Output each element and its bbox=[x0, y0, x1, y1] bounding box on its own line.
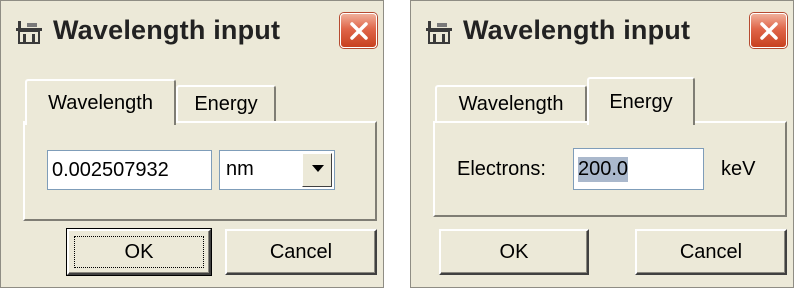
ok-button[interactable]: OK bbox=[439, 229, 589, 275]
cancel-button-label: Cancel bbox=[679, 240, 743, 263]
wavelength-app-icon bbox=[14, 19, 44, 45]
tab-wavelength-label: Wavelength bbox=[458, 92, 564, 115]
ok-button-label: OK bbox=[499, 240, 529, 263]
tab-energy[interactable]: Energy bbox=[176, 85, 276, 121]
tab-wavelength[interactable]: Wavelength bbox=[435, 85, 587, 121]
wavelength-input-value: 0.002507932 bbox=[52, 158, 169, 181]
title-bar[interactable]: Wavelength input bbox=[1, 1, 383, 61]
dialog-client: Wavelength Energy Electrons: 200.0 keV O… bbox=[411, 61, 793, 287]
tab-wavelength[interactable]: Wavelength bbox=[25, 79, 176, 125]
tab-energy-label: Energy bbox=[609, 90, 673, 113]
close-button[interactable] bbox=[340, 13, 377, 48]
electrons-label: Electrons: bbox=[457, 158, 546, 180]
close-x-icon bbox=[350, 22, 368, 40]
focus-rectangle bbox=[74, 236, 204, 268]
wavelength-app-icon bbox=[424, 19, 454, 45]
tab-energy-label: Energy bbox=[194, 92, 258, 115]
close-button[interactable] bbox=[750, 13, 787, 48]
wavelength-dialog-2: Wavelength input Wavelength Energy Elect… bbox=[410, 0, 794, 288]
wavelength-dialog-1: Wavelength input Wavelength Energy 0.002… bbox=[0, 0, 384, 288]
tab-wavelength-label: Wavelength bbox=[48, 91, 153, 114]
dialog-title: Wavelength input bbox=[463, 15, 691, 45]
close-x-icon bbox=[760, 22, 778, 40]
cancel-button-label: Cancel bbox=[269, 240, 333, 263]
unit-select[interactable]: nm bbox=[219, 150, 335, 190]
wavelength-input[interactable]: 0.002507932 bbox=[47, 150, 212, 190]
title-bar[interactable]: Wavelength input bbox=[411, 1, 793, 61]
dialog-title: Wavelength input bbox=[53, 15, 281, 45]
tab-panel: 0.002507932 nm bbox=[23, 121, 377, 221]
dialog-client: Wavelength Energy 0.002507932 nm OK Canc… bbox=[1, 61, 383, 287]
unit-select-value: nm bbox=[226, 158, 254, 180]
cancel-button[interactable]: Cancel bbox=[635, 229, 787, 275]
energy-unit-label: keV bbox=[721, 158, 756, 180]
energy-input[interactable]: 200.0 bbox=[573, 148, 704, 190]
energy-input-value: 200.0 bbox=[578, 156, 629, 182]
triangle-down-icon bbox=[312, 165, 324, 172]
tab-panel: Electrons: 200.0 keV bbox=[433, 121, 787, 217]
dropdown-button[interactable] bbox=[302, 153, 332, 187]
ok-button[interactable]: OK bbox=[66, 228, 212, 276]
tab-energy[interactable]: Energy bbox=[587, 77, 695, 125]
cancel-button[interactable]: Cancel bbox=[225, 229, 377, 275]
